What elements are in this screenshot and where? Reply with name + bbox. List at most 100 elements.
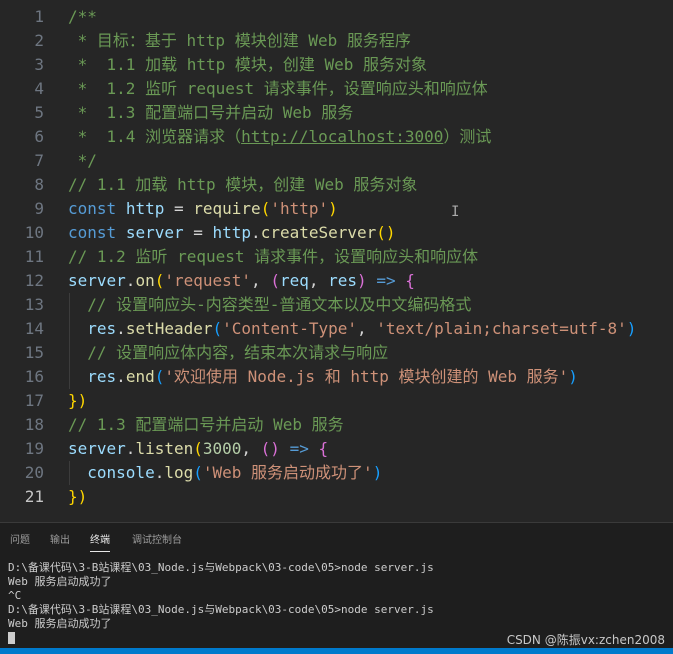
code-line[interactable]: 2 * 目标：基于 http 模块创建 Web 服务程序 [0, 29, 673, 53]
code-token: 'Web 服务启动成功了' [202, 463, 373, 482]
code-token: * 1.1 加载 http 模块，创建 Web 服务对象 [68, 55, 428, 74]
line-number: 18 [24, 415, 44, 434]
code-token: require [193, 199, 261, 218]
code-text: * 1.3 配置端口号并启动 Web 服务 [68, 101, 354, 125]
code-token: const [68, 223, 117, 242]
code-token: ) [568, 367, 578, 386]
code-token: ( [212, 319, 223, 338]
tab-problems[interactable]: 问题 [10, 531, 30, 551]
code-line[interactable]: 4 * 1.2 监听 request 请求事件，设置响应头和响应体 [0, 77, 673, 101]
line-number: 10 [24, 223, 44, 242]
code-token: http [125, 199, 165, 218]
code-text: // 1.2 监听 request 请求事件，设置响应头和响应体 [68, 245, 478, 269]
code-line[interactable]: 9 const http = require('http') [0, 197, 673, 221]
code-line[interactable]: 16 res.end('欢迎使用 Node.js 和 http 模块创建的 We… [0, 365, 673, 389]
terminal-line: Web 服务启动成功了 [8, 575, 112, 588]
code-line[interactable]: 19 server.listen(3000, () => { [0, 437, 673, 461]
code-token: // 设置响应体内容，结束本次请求与响应 [68, 343, 389, 362]
code-line[interactable]: 17}) [0, 389, 673, 413]
code-line[interactable]: 5 * 1.3 配置端口号并启动 Web 服务 [0, 101, 673, 125]
terminal-cursor [8, 632, 15, 644]
code-token: . [125, 439, 136, 458]
line-number: 3 [34, 55, 44, 74]
line-number: 11 [24, 247, 44, 266]
code-line[interactable]: 3 * 1.1 加载 http 模块，创建 Web 服务对象 [0, 53, 673, 77]
code-token: ( [154, 271, 165, 290]
code-text: res.end('欢迎使用 Node.js 和 http 模块创建的 Web 服… [68, 365, 578, 389]
code-token: , [357, 319, 377, 338]
code-editor[interactable]: 1/** 2 * 目标：基于 http 模块创建 Web 服务程序 3 * 1.1 … [0, 0, 673, 522]
code-line[interactable]: 14 res.setHeader('Content-Type', 'text/p… [0, 317, 673, 341]
code-token: // 1.2 监听 request 请求事件，设置响应头和响应体 [68, 247, 479, 266]
code-line[interactable]: 11 // 1.2 监听 request 请求事件，设置响应头和响应体 [0, 245, 673, 269]
code-token: }) [68, 487, 88, 506]
code-line[interactable]: 15 // 设置响应体内容，结束本次请求与响应 [0, 341, 673, 365]
code-token: () [260, 439, 280, 458]
line-number: 1 [34, 7, 44, 26]
code-line[interactable]: 8 // 1.1 加载 http 模块，创建 Web 服务对象 [0, 173, 673, 197]
code-text: // 1.1 加载 http 模块，创建 Web 服务对象 [68, 173, 417, 197]
code-token: . [125, 271, 136, 290]
code-token: http [212, 223, 252, 242]
terminal-line: ^C [8, 589, 22, 602]
indent-guide [69, 461, 70, 485]
line-number: 5 [34, 103, 44, 122]
code-token: 'request' [164, 271, 252, 290]
line-number: 17 [24, 391, 44, 410]
code-line[interactable]: 7 */ [0, 149, 673, 173]
code-token: res [328, 271, 358, 290]
line-number: 8 [34, 175, 44, 194]
code-token: , [241, 439, 261, 458]
code-token: () [376, 223, 396, 242]
code-line[interactable]: 6 * 1.4 浏览器请求（http://localhost:3000）测试 [0, 125, 673, 149]
bottom-panel: 问题 输出 终端 调试控制台 D:\备课代码\3-B站课程\03_Node.js… [0, 522, 673, 654]
line-number: 19 [24, 439, 44, 458]
code-line[interactable]: 13 // 设置响应头-内容类型-普通文本以及中文编码格式 [0, 293, 673, 317]
code-token: 'http' [270, 199, 329, 218]
code-text: * 1.4 浏览器请求（http://localhost:3000）测试 [68, 125, 492, 149]
indent-guide [69, 293, 70, 389]
code-token: ( [260, 199, 271, 218]
code-line[interactable]: 1 /** [0, 5, 673, 29]
code-token: }) [68, 391, 88, 410]
code-token: ) [626, 319, 637, 338]
code-token: ( [154, 367, 165, 386]
line-number: 4 [34, 79, 44, 98]
code-token: 'text/plain;charset=utf-8' [376, 319, 627, 338]
tab-debug-console[interactable]: 调试控制台 [132, 531, 182, 551]
code-token: setHeader [125, 319, 213, 338]
code-token: server [68, 439, 126, 458]
code-token: = [183, 223, 213, 242]
code-token: ) [357, 271, 367, 290]
code-token: req [279, 271, 309, 290]
code-line[interactable]: 21}) [0, 485, 673, 509]
tab-output[interactable]: 输出 [50, 531, 70, 551]
code-token: ( [193, 463, 203, 482]
line-number: 13 [24, 295, 44, 314]
code-text: res.setHeader('Content-Type', 'text/plai… [68, 317, 636, 341]
watermark: CSDN @陈振vx:zchen2008 [506, 633, 665, 647]
code-line[interactable]: 20 console.log('Web 服务启动成功了') [0, 461, 673, 485]
code-text: }) [68, 389, 87, 413]
code-text: */ [68, 149, 97, 173]
code-token: res [87, 367, 117, 386]
tab-terminal[interactable]: 终端 [90, 531, 110, 552]
code-text: server.listen(3000, () => { [68, 437, 328, 461]
code-token: , [308, 271, 329, 290]
code-line[interactable]: 18 // 1.3 配置端口号并启动 Web 服务 [0, 413, 673, 437]
code-line[interactable]: 10 const server = http.createServer() [0, 221, 673, 245]
code-token: => [289, 439, 309, 458]
code-token: http://localhost:3000 [241, 127, 444, 146]
code-token: res [87, 319, 117, 338]
ibeam-icon: I [451, 204, 460, 220]
code-text: // 1.3 配置端口号并启动 Web 服务 [68, 413, 344, 437]
code-line[interactable]: 12 server.on('request', (req, res) => { [0, 269, 673, 293]
terminal-line: D:\备课代码\3-B站课程\03_Node.js与Webpack\03-cod… [8, 603, 434, 616]
code-token: 'Content-Type' [222, 319, 358, 338]
code-text: const server = http.createServer() [68, 221, 396, 245]
code-token: ) [372, 463, 383, 482]
